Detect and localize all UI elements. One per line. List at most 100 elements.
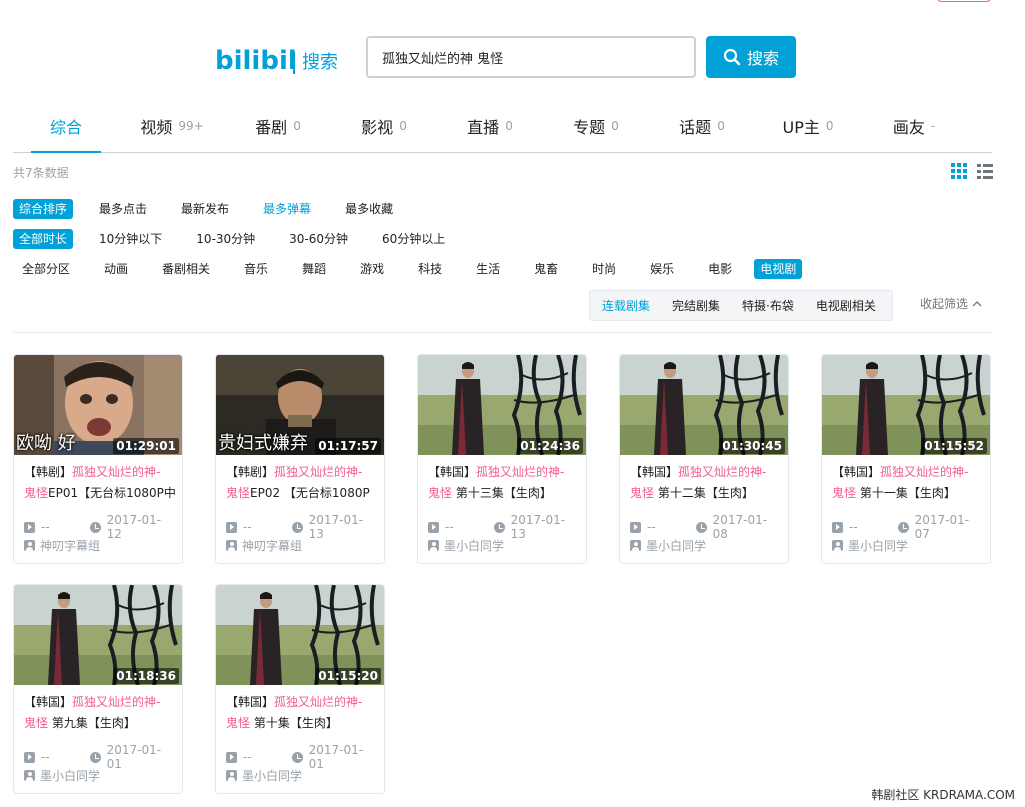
uploader-name: 神叨字幕组: [40, 539, 101, 553]
duration-all[interactable]: 全部时长: [13, 229, 74, 249]
keyword-highlight: 孤独又灿烂的神-: [274, 465, 363, 479]
video-thumbnail[interactable]: 贵妇式嫌弃 01:17:57: [216, 355, 384, 455]
category-entertainment[interactable]: 娱乐: [644, 259, 680, 279]
uploader[interactable]: 墨小白同学: [226, 767, 302, 784]
video-card[interactable]: 01:30:45 【韩国】孤独又灿烂的神- 鬼怪 第十二集【生肉】 -- 2017-01…: [619, 354, 789, 564]
sub-tokusatsu[interactable]: 特摄·布袋: [736, 297, 800, 314]
category-game[interactable]: 游戏: [354, 259, 390, 279]
category-bangumi[interactable]: 番剧相关: [156, 259, 216, 279]
sort-most-favorites[interactable]: 最多收藏: [339, 199, 399, 219]
category-dance[interactable]: 舞蹈: [296, 259, 332, 279]
search-input[interactable]: [366, 36, 696, 78]
video-thumbnail[interactable]: 01:18:36: [14, 585, 182, 685]
video-thumbnail[interactable]: 01:15:20: [216, 585, 384, 685]
duration-10-30[interactable]: 10-30分钟: [190, 229, 261, 249]
sub-tv-related[interactable]: 电视剧相关: [810, 297, 882, 314]
video-thumbnail[interactable]: 01:30:45: [620, 355, 788, 455]
category-life[interactable]: 生活: [470, 259, 506, 279]
category-kichiku[interactable]: 鬼畜: [528, 259, 564, 279]
uploader[interactable]: 神叨字幕组: [24, 537, 100, 554]
category-fashion[interactable]: 时尚: [586, 259, 622, 279]
search-icon: [723, 48, 741, 66]
video-title[interactable]: 【韩国】孤独又灿烂的神- 鬼怪 第九集【生肉】: [24, 692, 176, 734]
sort-newest[interactable]: 最新发布: [175, 199, 235, 219]
video-duration: 01:15:20: [315, 668, 381, 684]
duration-30-60[interactable]: 30-60分钟: [283, 229, 354, 249]
sort-most-clicks[interactable]: 最多点击: [93, 199, 153, 219]
clock-icon: [493, 521, 505, 533]
video-card[interactable]: 01:18:36 【韩国】孤独又灿烂的神- 鬼怪 第九集【生肉】 -- 2017-01-…: [13, 584, 183, 794]
tab-uploader[interactable]: UP主 0: [755, 100, 861, 152]
duration-over-60[interactable]: 60分钟以上: [376, 229, 451, 249]
video-card[interactable]: 欧呦 好 01:29:01 【韩剧】孤独又灿烂的神- 鬼怪EP01【无台标1080P中…: [13, 354, 183, 564]
list-view-icon[interactable]: [977, 163, 993, 179]
video-title[interactable]: 【韩国】孤独又灿烂的神- 鬼怪 第十三集【生肉】: [428, 462, 580, 504]
uploader-name: 墨小白同学: [40, 769, 101, 783]
video-thumbnail[interactable]: 欧呦 好 01:29:01: [14, 355, 182, 455]
uploader[interactable]: 墨小白同学: [630, 537, 706, 554]
tab-movie[interactable]: 影视 0: [331, 100, 437, 152]
category-film[interactable]: 电影: [702, 259, 738, 279]
tab-artist[interactable]: 画友 -: [861, 100, 967, 152]
video-duration: 01:29:01: [113, 438, 179, 454]
video-duration: 01:17:57: [315, 438, 381, 454]
sort-default[interactable]: 综合排序: [13, 199, 74, 219]
category-tech[interactable]: 科技: [412, 259, 448, 279]
duration-under-10[interactable]: 10分钟以下: [93, 229, 168, 249]
user-icon: [24, 770, 35, 781]
tab-live[interactable]: 直播 0: [437, 100, 543, 152]
clock-icon: [897, 521, 909, 533]
logo-separator: [293, 52, 295, 74]
top-pink-tab: [936, 0, 992, 2]
video-card[interactable]: 01:24:36 【韩国】孤独又灿烂的神- 鬼怪 第十三集【生肉】 -- 2017-01…: [417, 354, 587, 564]
user-icon: [428, 540, 439, 551]
play-count-icon: [226, 751, 237, 763]
grid-view-icon[interactable]: [951, 163, 967, 179]
category-tv-drama[interactable]: 电视剧: [754, 259, 803, 279]
tab-bangumi[interactable]: 番剧 0: [225, 100, 331, 152]
keyword-highlight: 鬼怪: [226, 716, 251, 730]
uploader[interactable]: 墨小白同学: [428, 537, 504, 554]
tab-video[interactable]: 视频 99+: [119, 100, 225, 152]
video-title[interactable]: 【韩国】孤独又灿烂的神- 鬼怪 第十集【生肉】: [226, 692, 378, 734]
sort-most-danmaku[interactable]: 最多弹幕: [257, 199, 317, 219]
page-label: 搜索: [302, 52, 338, 73]
video-title[interactable]: 【韩国】孤独又灿烂的神- 鬼怪 第十二集【生肉】: [630, 462, 782, 504]
video-thumbnail[interactable]: 01:15:52: [822, 355, 990, 455]
uploader-name: 神叨字幕组: [242, 539, 303, 553]
uploader[interactable]: 神叨字幕组: [226, 537, 302, 554]
tab-topic[interactable]: 话题 0: [649, 100, 755, 152]
tab-count: 0: [717, 119, 725, 133]
upload-date: 2017-01-01: [308, 743, 364, 771]
uploader[interactable]: 墨小白同学: [24, 767, 100, 784]
sub-finished[interactable]: 完结剧集: [666, 297, 726, 314]
play-count: --: [849, 520, 858, 534]
video-card[interactable]: 01:15:20 【韩国】孤独又灿烂的神- 鬼怪 第十集【生肉】 -- 2017-01-…: [215, 584, 385, 794]
search-button[interactable]: 搜索: [706, 36, 796, 78]
category-filter-row: 全部分区 动画 番剧相关 音乐 舞蹈 游戏 科技 生活 鬼畜 时尚 娱乐 电影 …: [16, 259, 818, 279]
tab-special[interactable]: 专题 0: [543, 100, 649, 152]
upload-date: 2017-01-07: [914, 513, 970, 541]
uploader[interactable]: 墨小白同学: [832, 537, 908, 554]
play-count: --: [445, 520, 454, 534]
video-title[interactable]: 【韩剧】孤独又灿烂的神- 鬼怪EP01【无台标1080P中: [24, 462, 176, 504]
play-count: --: [647, 520, 656, 534]
keyword-highlight: 鬼怪: [24, 716, 49, 730]
video-title[interactable]: 【韩剧】孤独又灿烂的神- 鬼怪EP02 【无台标1080P: [226, 462, 378, 504]
video-thumbnail[interactable]: 01:24:36: [418, 355, 586, 455]
video-card[interactable]: 01:15:52 【韩国】孤独又灿烂的神- 鬼怪 第十一集【生肉】 -- 2017-01…: [821, 354, 991, 564]
video-card[interactable]: 贵妇式嫌弃 01:17:57 【韩剧】孤独又灿烂的神- 鬼怪EP02 【无台标1080…: [215, 354, 385, 564]
bilibili-logo[interactable]: bilibili: [215, 42, 295, 76]
category-music[interactable]: 音乐: [238, 259, 274, 279]
video-duration: 01:15:52: [921, 438, 987, 454]
video-title[interactable]: 【韩国】孤独又灿烂的神- 鬼怪 第十一集【生肉】: [832, 462, 984, 504]
tab-count: 0: [825, 119, 834, 133]
keyword-highlight: 鬼怪: [24, 486, 49, 500]
category-all[interactable]: 全部分区: [16, 259, 76, 279]
category-anime[interactable]: 动画: [98, 259, 134, 279]
collapse-filter-button[interactable]: 收起筛选: [920, 295, 982, 312]
clock-icon: [291, 521, 303, 533]
tab-all[interactable]: 综合: [13, 100, 119, 153]
user-icon: [630, 540, 641, 551]
sub-ongoing[interactable]: 连载剧集: [596, 297, 656, 314]
